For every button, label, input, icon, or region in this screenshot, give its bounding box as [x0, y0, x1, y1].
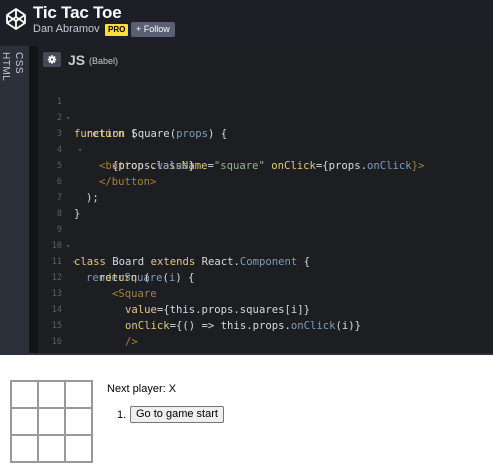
board-square[interactable]	[11, 435, 38, 462]
board-square[interactable]	[11, 381, 38, 408]
code-line: 4 {props.value}	[38, 126, 493, 172]
preprocessor-label: (Babel)	[89, 56, 119, 66]
history-item-number: 1.	[117, 409, 127, 421]
board-square[interactable]	[65, 381, 92, 408]
pen-title: Tic Tac Toe	[33, 3, 122, 22]
tab-html[interactable]: HTML	[0, 52, 11, 81]
go-to-move-button[interactable]: Go to game start	[130, 406, 224, 423]
follow-button[interactable]: + Follow	[131, 22, 175, 37]
code-line: 3 ▾ <button className="square" onClick={…	[38, 110, 493, 172]
code-line: 13 value={this.props.squares[i]}	[38, 270, 493, 316]
code-line: 16 );	[38, 318, 493, 353]
code-line: 8	[38, 190, 493, 219]
code-editor[interactable]: 1 ▾ function Square(props) { 2 return ( …	[38, 72, 493, 353]
gear-icon	[47, 55, 57, 64]
settings-button[interactable]	[43, 52, 61, 67]
board-square[interactable]	[65, 435, 92, 462]
code-line: 2 return (	[38, 94, 493, 140]
code-line: 17 }	[38, 334, 493, 350]
game-board	[10, 380, 93, 463]
codepen-logo-icon[interactable]	[5, 7, 27, 31]
author-name[interactable]: Dan Abramov	[33, 23, 100, 35]
panel-divider[interactable]	[29, 46, 31, 355]
code-line: 15 />	[38, 302, 493, 348]
code-line: 5 </button>	[38, 142, 493, 188]
board-square[interactable]	[38, 381, 65, 408]
board-square[interactable]	[65, 408, 92, 435]
js-language-label: JS	[68, 52, 86, 68]
code-line: 12 <Square	[38, 254, 493, 300]
code-line: 9 ▾ class Board extends React.Component …	[38, 206, 493, 268]
code-line: 7 }	[38, 174, 493, 220]
tab-css[interactable]: CSS	[13, 52, 24, 74]
code-line: 1 ▾ function Square(props) {	[38, 78, 493, 140]
board-square[interactable]	[11, 408, 38, 435]
code-line: 14 onClick={() => this.props.onClick(i)}	[38, 286, 493, 332]
board-square[interactable]	[38, 435, 65, 462]
code-line: 10 ▾ renderSquare(i) {	[38, 222, 493, 284]
css-panel-collapsed[interactable]	[9, 46, 29, 355]
code-line: 6 );	[38, 158, 493, 204]
html-panel-collapsed[interactable]	[0, 46, 9, 355]
code-line: 11 return (	[38, 238, 493, 284]
game-status: Next player: X	[107, 383, 177, 395]
board-square[interactable]	[38, 408, 65, 435]
pro-badge: PRO	[105, 24, 129, 36]
